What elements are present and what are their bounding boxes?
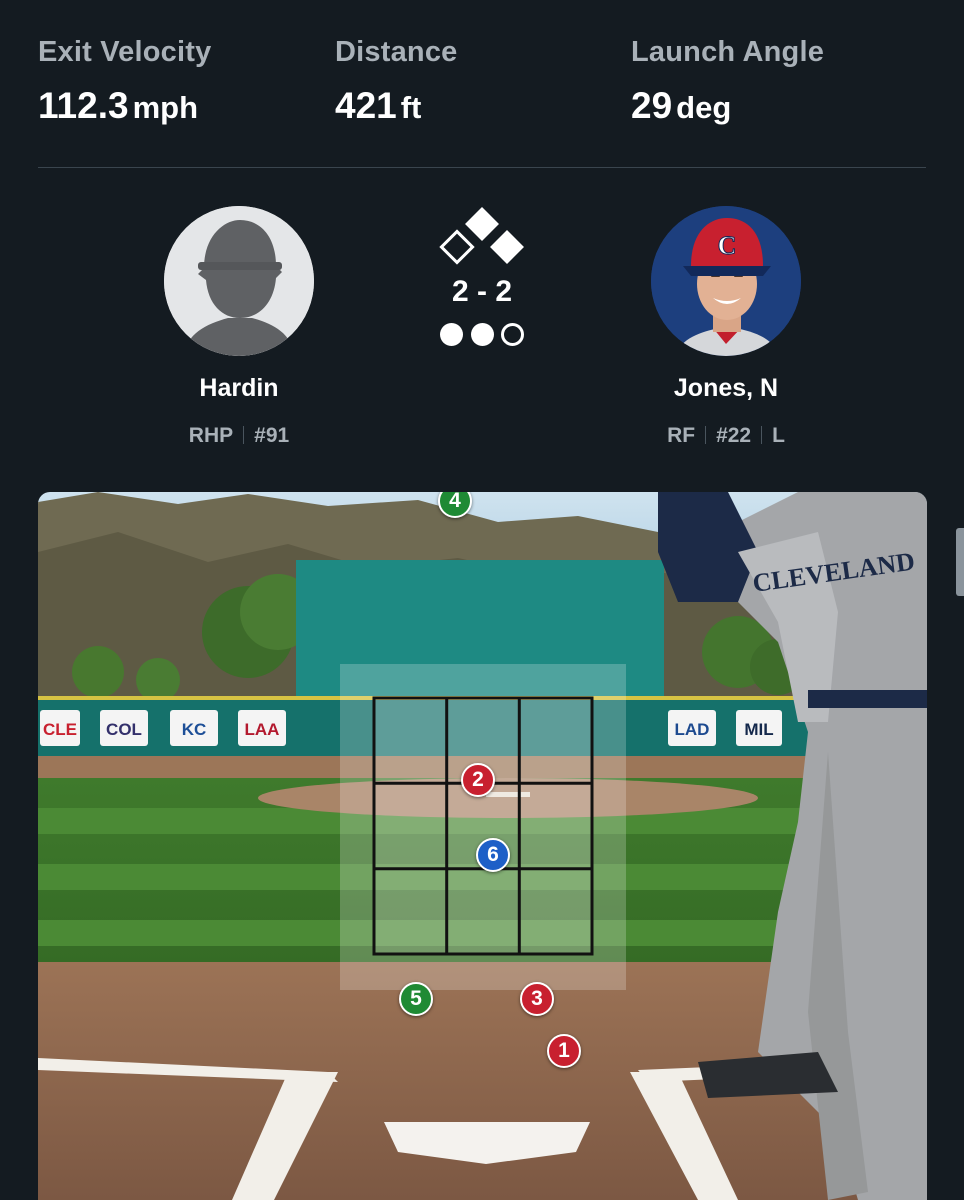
batter-number: #22 (716, 424, 752, 447)
pitch-marker-5[interactable]: 5 (399, 982, 433, 1016)
batter-position: RF (667, 424, 696, 447)
strike-zone-view: CLEVELAND CLE COL KC LAA LAD MIL 1 2 3 4… (38, 492, 927, 1200)
distance-stat: Distance 421 ft (335, 36, 458, 127)
stat-label: Distance (335, 36, 458, 68)
bases-icon (439, 207, 524, 265)
divider (38, 167, 926, 168)
batter-info: RF #22 L (606, 424, 846, 448)
stat-label: Exit Velocity (38, 36, 212, 68)
pitcher-throws: RHP (188, 424, 234, 447)
svg-text:C: C (718, 231, 737, 260)
separator (243, 426, 245, 444)
pitch-marker-2[interactable]: 2 (461, 763, 495, 797)
pitcher-info: RHP #91 (119, 424, 359, 448)
batter-bats: L (772, 424, 785, 447)
out-dot-filled (440, 323, 463, 346)
pitch-marker-6[interactable]: 6 (476, 838, 510, 872)
stat-unit: deg (676, 90, 732, 125)
stat-value: 112.3 (38, 85, 129, 126)
launch-angle-stat: Launch Angle 29 deg (631, 36, 824, 127)
separator (705, 426, 707, 444)
stat-value: 29 (631, 85, 673, 126)
pitcher-number: #91 (254, 424, 290, 447)
stat-unit: ft (400, 90, 422, 125)
out-dot-empty (501, 323, 524, 346)
separator (761, 426, 763, 444)
pitch-marker-3[interactable]: 3 (520, 982, 554, 1016)
player-headshot: C (651, 206, 801, 356)
stat-label: Launch Angle (631, 36, 825, 68)
stat-value: 421 (335, 85, 397, 126)
ball-strike-count: 2 - 2 (451, 275, 513, 308)
exit-velocity-stat: Exit Velocity 112.3 mph (38, 36, 211, 127)
count-indicator: 2 - 2 (420, 205, 544, 347)
silhouette-icon (164, 206, 314, 356)
stat-unit: mph (132, 90, 198, 125)
hit-stats: Exit Velocity 112.3 mph Distance 421 ft La… (0, 0, 964, 168)
pitcher-name[interactable]: Hardin (119, 374, 359, 403)
batter-avatar[interactable]: C (651, 206, 801, 356)
outs-indicator (440, 323, 524, 347)
batter-name[interactable]: Jones, N (606, 374, 846, 403)
pitch-marker-1[interactable]: 1 (547, 1034, 581, 1068)
pitcher-avatar[interactable] (164, 206, 314, 356)
scroll-indicator[interactable] (956, 528, 964, 596)
out-dot-filled (470, 323, 494, 346)
